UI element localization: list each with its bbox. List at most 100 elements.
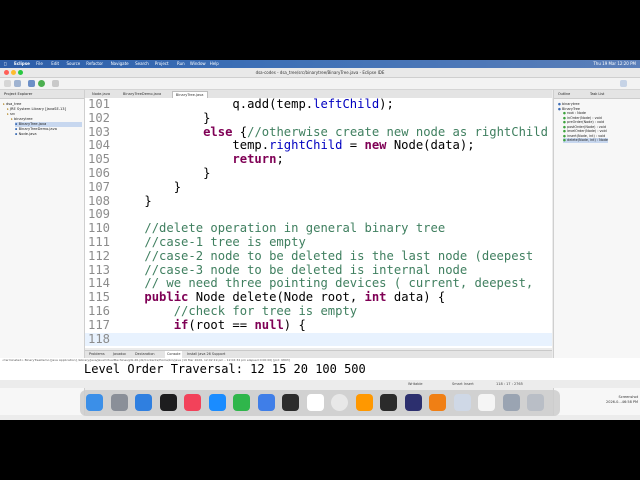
code-token: } <box>144 193 152 208</box>
status-cursor-position: 118 : 17 : 2765 <box>496 382 523 386</box>
status-bar: Writable Smart Insert 118 : 17 : 2765 <box>0 380 640 388</box>
bottom-tab[interactable]: Declaration <box>135 351 155 358</box>
line-number: 104 <box>87 138 110 153</box>
keynote-icon[interactable] <box>257 394 275 411</box>
save-icon[interactable] <box>14 80 21 87</box>
numbers-icon[interactable] <box>233 394 250 411</box>
chrome-icon[interactable] <box>331 394 348 411</box>
code-token: return <box>232 152 277 167</box>
code-token: = <box>342 138 365 153</box>
apple-tv-icon[interactable] <box>159 394 177 411</box>
line-number: 106 <box>87 166 110 180</box>
desktop-screenshot-file[interactable]: Screenshot 2026-0...46:58 PM <box>606 395 638 404</box>
code-token: leftChild <box>313 98 380 111</box>
app-store-icon[interactable] <box>208 394 226 411</box>
code-editor[interactable]: 101 q.add(temp.leftChild); 102 } 103 else … <box>85 98 552 348</box>
code-line: 103 else {//otherwise create new node as… <box>85 125 552 140</box>
code-token: ; <box>276 152 284 167</box>
line-number: 105 <box>87 152 110 167</box>
code-token: //case-1 tree is empty <box>144 235 306 249</box>
bottom-tab[interactable]: Console <box>165 351 183 358</box>
code-text: //delete operation in general binary tre… <box>115 221 445 236</box>
outline-tab[interactable]: Task List <box>590 90 604 98</box>
bottom-tab[interactable]: Install Java 26 Support <box>187 351 225 358</box>
menu-window[interactable]: Window <box>190 60 206 68</box>
safari-icon[interactable] <box>135 394 152 411</box>
tree-item[interactable]: ▪ Node.java <box>15 132 82 137</box>
quicktime-icon[interactable] <box>282 394 299 411</box>
editor-tab[interactable]: BinaryTreeDemo.java <box>120 91 164 98</box>
menubar-clock[interactable]: Thu 19 Mar 12:20 PM <box>593 60 636 68</box>
code-text: // we need three pointing devices ( curr… <box>115 276 534 291</box>
music-icon[interactable] <box>184 394 201 411</box>
bottom-tab[interactable]: Problems <box>89 351 105 358</box>
code-token: int <box>364 290 387 305</box>
run-icon[interactable] <box>38 80 45 87</box>
window-titlebar: dsa-codes - dsa_tree/src/binarytree/Bina… <box>0 68 640 78</box>
desktop:  Thu 19 Mar 12:20 PM Eclipse File Edit Sou… <box>0 60 640 420</box>
menu-source[interactable]: Source <box>67 60 81 68</box>
code-text: } <box>115 166 210 181</box>
bottom-tab[interactable]: Javadoc <box>113 351 126 358</box>
line-number: 118 <box>87 331 110 346</box>
outline-item-label: levelOrder(Node) : void <box>567 129 607 133</box>
code-line: 105 return; <box>85 152 552 167</box>
editor-tab[interactable]: Node.java <box>89 91 113 98</box>
console-output: Level Order Traversal: 12 15 20 100 500 <box>84 362 366 376</box>
desktop-file-date: 2026-0...46:58 PM <box>606 399 639 404</box>
search-icon[interactable] <box>52 80 59 87</box>
apple-icon[interactable]:  <box>4 60 6 68</box>
line-number: 115 <box>87 290 110 305</box>
trash-icon[interactable] <box>527 394 544 411</box>
new-icon[interactable] <box>4 80 11 87</box>
tree-item-label: BinaryTreeDemo.java <box>18 127 57 131</box>
code-line: 104 temp.rightChild = new Node(data); <box>85 138 552 153</box>
ide-toolbar <box>0 78 640 90</box>
debug-icon[interactable] <box>28 80 35 87</box>
launchpad-icon[interactable] <box>110 394 128 411</box>
maximize-window-button[interactable] <box>18 70 23 75</box>
code-line: 114 // we need three pointing devices ( … <box>85 276 552 291</box>
menu-edit[interactable]: Edit <box>51 60 59 68</box>
preview-icon[interactable] <box>453 394 471 411</box>
code-text: return; <box>115 152 284 167</box>
finder-icon[interactable] <box>86 394 103 411</box>
line-number: 112 <box>87 248 110 263</box>
code-line: 107 } <box>85 180 552 195</box>
code-token: Node(data); <box>386 138 475 153</box>
outline-item[interactable]: ● delete(Node, int) : Node <box>563 138 608 143</box>
menu-help[interactable]: Help <box>210 60 219 68</box>
close-window-button[interactable] <box>4 70 9 75</box>
code-token: if <box>173 317 189 332</box>
music-file-icon[interactable] <box>478 394 495 411</box>
perspective-icon[interactable] <box>620 80 627 87</box>
outline-tab[interactable]: Outline <box>558 90 570 98</box>
outline-item-label: insert(Node, int) : void <box>567 133 606 138</box>
code-line: 111 //case-1 tree is empty <box>85 235 552 250</box>
menu-refactor[interactable]: Refactor <box>86 60 103 68</box>
eclipse-icon[interactable] <box>404 394 422 411</box>
line-number: 102 <box>87 110 110 125</box>
menu-project[interactable]: Project <box>155 60 169 68</box>
vlc-icon[interactable] <box>429 394 446 411</box>
menu-run[interactable]: Run <box>177 60 185 68</box>
code-token: rightChild <box>269 138 343 153</box>
code-token: // we need three pointing devices ( curr… <box>144 276 534 291</box>
status-writable: Writable <box>408 382 423 386</box>
menu-file[interactable]: File <box>36 60 43 68</box>
code-line: 112 //case-2 node to be deleted is the l… <box>85 248 552 264</box>
code-token: data) { <box>386 290 446 305</box>
menu-search[interactable]: Search <box>135 60 149 68</box>
outline-item-label: delete(Node, int) : Node <box>567 138 608 142</box>
minimize-window-button[interactable] <box>11 70 16 75</box>
terminal-icon[interactable] <box>380 394 397 411</box>
calendar-icon[interactable] <box>306 394 324 411</box>
console-view[interactable]: <terminated> BinaryTreeDemo [Java Applic… <box>0 358 640 380</box>
menu-navigate[interactable]: Navigate <box>111 60 129 68</box>
code-line: 113 //case-3 node to be deleted is inter… <box>85 263 552 278</box>
menu-eclipse[interactable]: Eclipse <box>14 60 30 68</box>
code-line: 117 if(root == null) { <box>85 317 552 333</box>
code-line: 110 //delete operation in general binary… <box>85 221 552 236</box>
sublime-icon[interactable] <box>355 394 373 411</box>
downloads-icon[interactable] <box>502 394 520 411</box>
